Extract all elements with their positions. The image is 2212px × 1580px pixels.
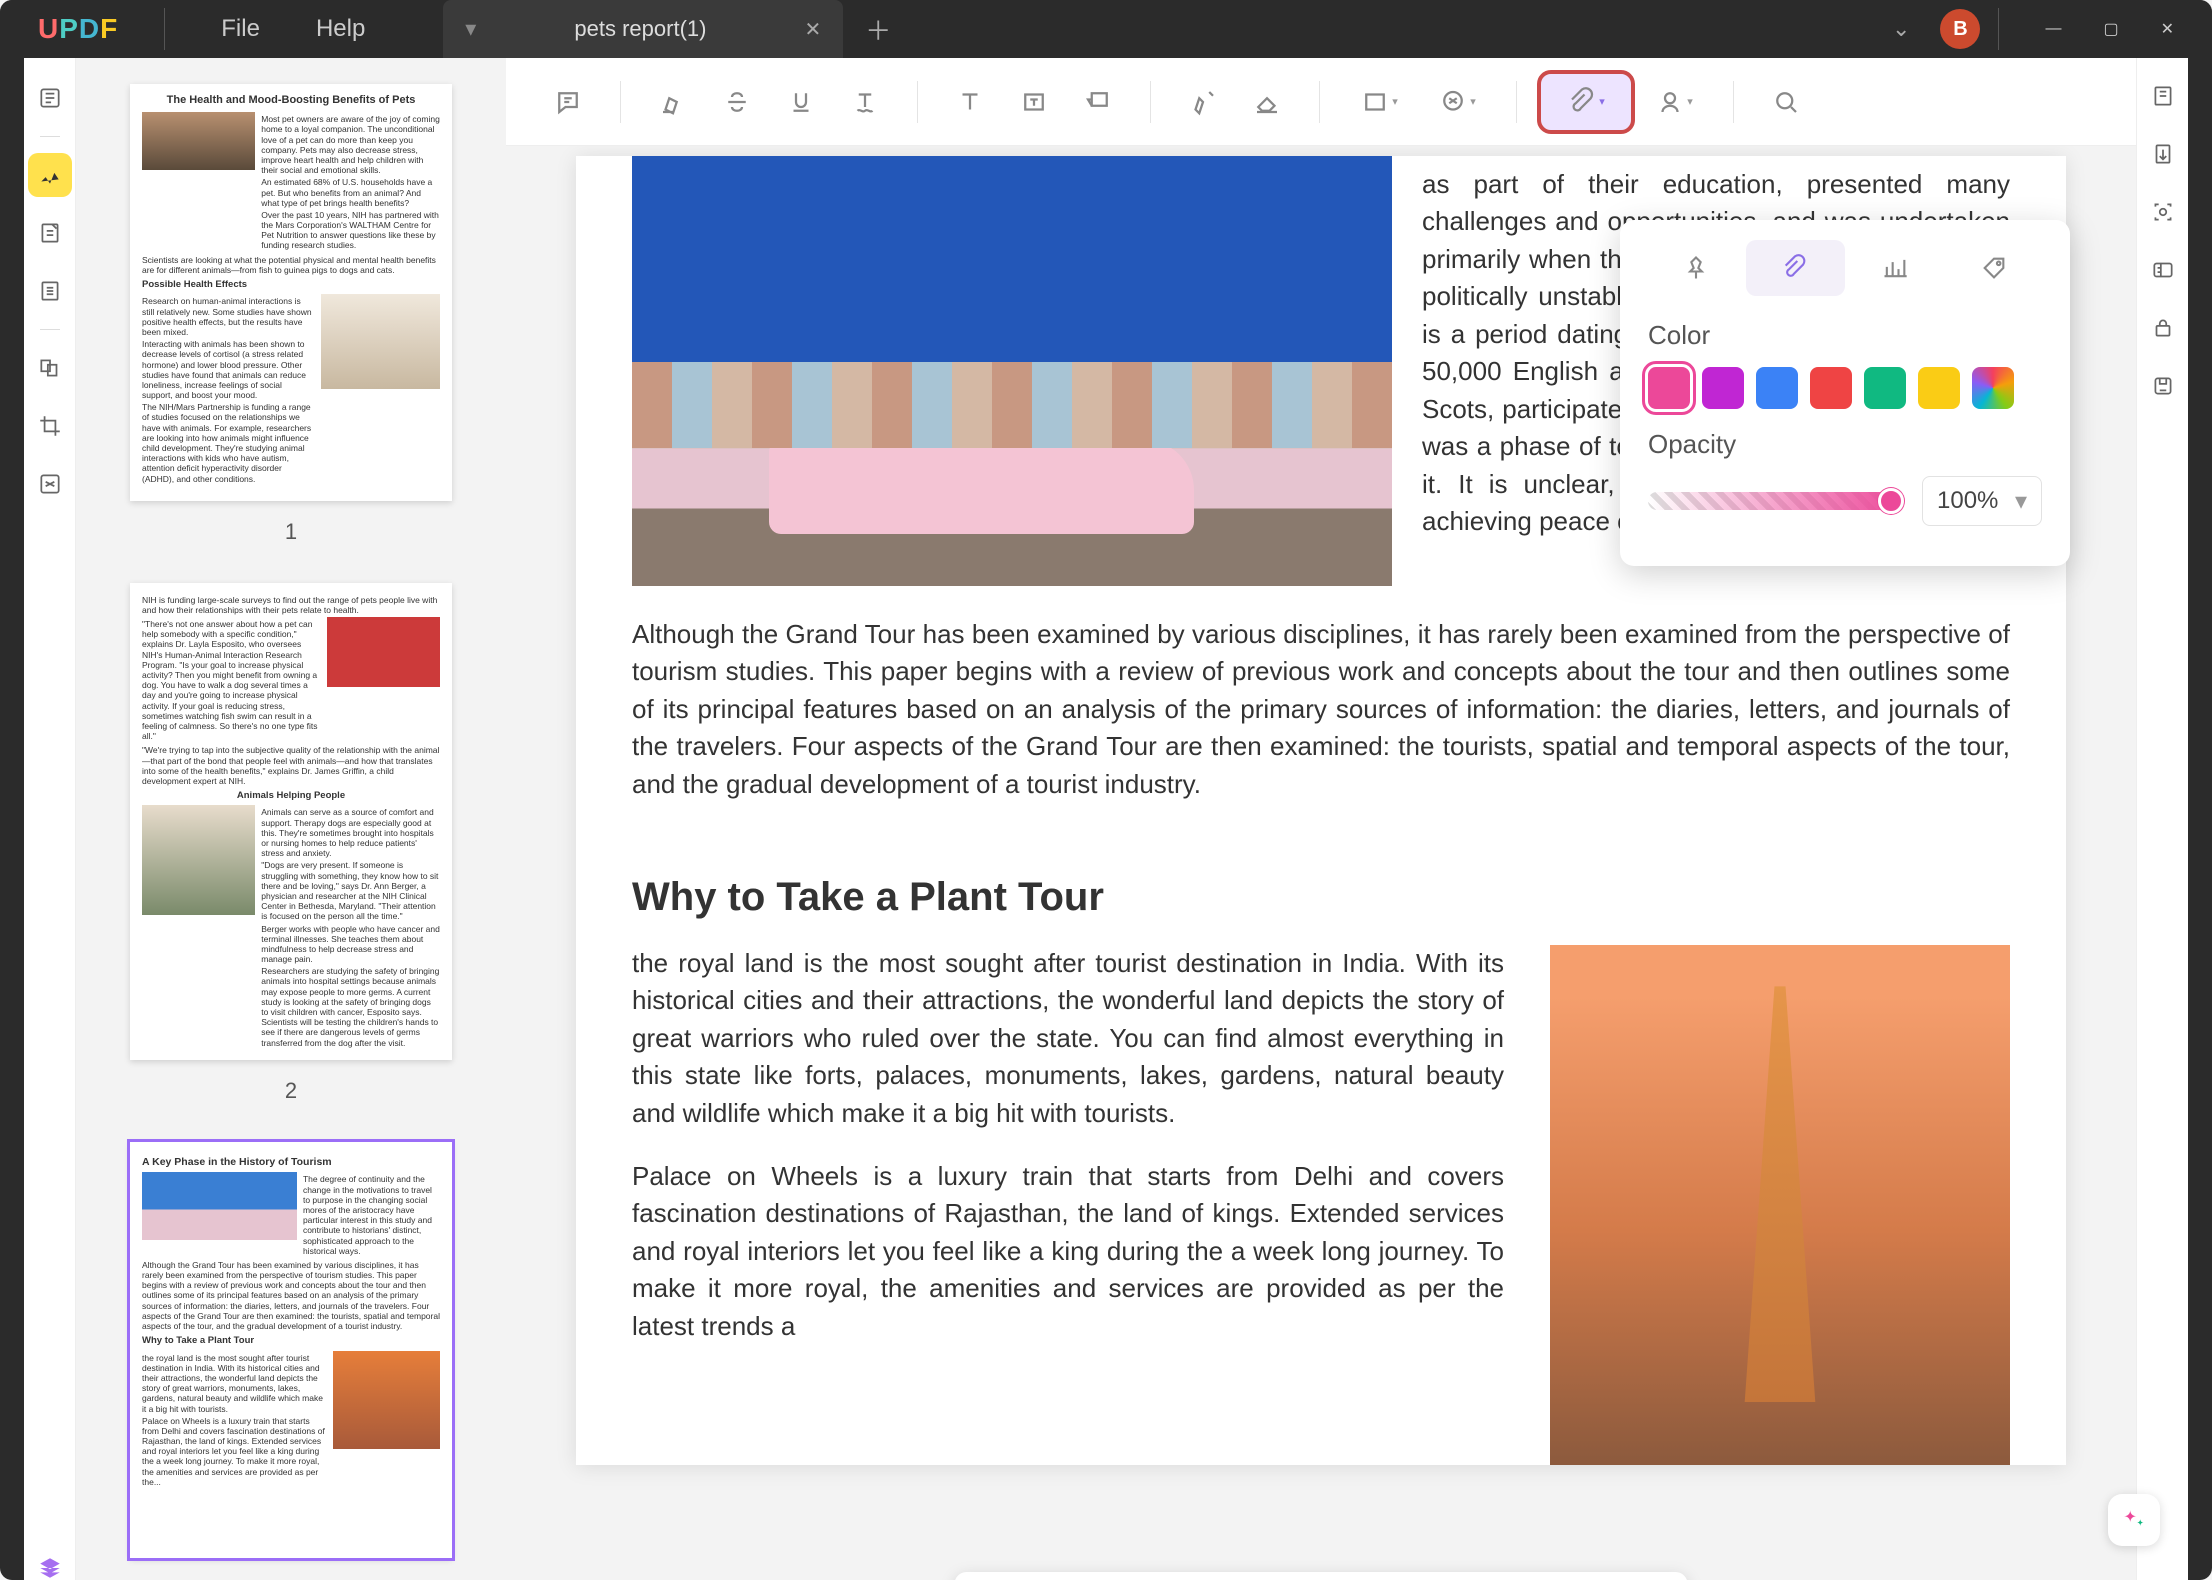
- thumb-number: 1: [130, 519, 452, 545]
- thumb-image: [327, 617, 440, 687]
- new-tab-button[interactable]: ＋: [865, 11, 891, 48]
- minimize-icon[interactable]: ―: [2045, 20, 2061, 38]
- document-tab[interactable]: ▾ pets report(1) ✕: [443, 0, 843, 58]
- squiggly-icon[interactable]: [837, 74, 893, 130]
- main-viewer: ▾ ▾ ▾ ▾ as part of their education, pres…: [506, 58, 2136, 1580]
- color-swatches: [1648, 367, 2042, 409]
- edit-mode-icon[interactable]: [28, 211, 72, 255]
- slider-thumb[interactable]: [1878, 488, 1904, 514]
- annotation-toolbar: ▾ ▾ ▾ ▾: [506, 58, 2136, 146]
- swatch-purple[interactable]: [1702, 367, 1744, 409]
- search-icon[interactable]: [1758, 74, 1814, 130]
- note-icon[interactable]: [540, 74, 596, 130]
- close-icon[interactable]: ✕: [805, 17, 822, 42]
- swatch-rainbow[interactable]: [1972, 367, 2014, 409]
- thumb-number: 3: [130, 1576, 452, 1580]
- page-navigation-bar: 100%▾ 3 / 6: [955, 1572, 1688, 1580]
- attachment-tool[interactable]: ▾: [1541, 74, 1631, 130]
- redact-icon[interactable]: [28, 462, 72, 506]
- callout-icon[interactable]: [1070, 74, 1126, 130]
- ocr-icon[interactable]: [2141, 192, 2185, 232]
- underline-icon[interactable]: [773, 74, 829, 130]
- tab-title: pets report(1): [506, 16, 774, 42]
- pencil-icon[interactable]: [1175, 74, 1231, 130]
- paperclip-tab[interactable]: [1746, 240, 1846, 296]
- thumb-image: [321, 294, 440, 389]
- thumb-image: [333, 1351, 440, 1449]
- titlebar: UPDF File Help ▾ pets report(1) ✕ ＋ ⌄ B …: [0, 0, 2212, 58]
- reader-mode-icon[interactable]: [28, 76, 72, 120]
- swatch-red[interactable]: [1810, 367, 1852, 409]
- swatch-blue[interactable]: [1756, 367, 1798, 409]
- thumb-image: [142, 112, 255, 170]
- properties-icon[interactable]: [2141, 76, 2185, 116]
- divider: [1998, 8, 1999, 50]
- menu-file[interactable]: File: [221, 15, 260, 43]
- paragraph: Palace on Wheels is a luxury train that …: [632, 1158, 1504, 1345]
- graph-tab[interactable]: [1845, 240, 1945, 296]
- signature-icon[interactable]: ▾: [1639, 74, 1709, 130]
- menubar: File Help: [183, 15, 403, 43]
- organize-icon[interactable]: [28, 346, 72, 390]
- dropdown-icon[interactable]: ⌄: [1892, 16, 1910, 42]
- color-label: Color: [1648, 320, 2042, 351]
- text-icon[interactable]: [942, 74, 998, 130]
- opacity-value-select[interactable]: 100%▾: [1922, 476, 2042, 526]
- tab-caret-icon: ▾: [465, 16, 476, 42]
- thumb-image: [142, 1172, 297, 1240]
- content-area: The Health and Mood-Boosting Benefits of…: [24, 58, 2188, 1580]
- ai-assistant-button[interactable]: [2108, 1494, 2160, 1546]
- protect-icon[interactable]: [2141, 308, 2185, 348]
- thumb-image: [142, 805, 255, 915]
- strikethrough-icon[interactable]: [709, 74, 765, 130]
- comment-mode-icon[interactable]: [28, 153, 72, 197]
- eiffel-image: [1550, 945, 2010, 1465]
- opacity-label: Opacity: [1648, 429, 2042, 460]
- chevron-down-icon: ▾: [2015, 487, 2027, 516]
- stamp-icon[interactable]: ▾: [1422, 74, 1492, 130]
- page-mode-icon[interactable]: [28, 269, 72, 313]
- paragraph: the royal land is the most sought after …: [632, 945, 1504, 1132]
- crop-icon[interactable]: [28, 404, 72, 448]
- menu-help[interactable]: Help: [316, 15, 365, 43]
- right-sidebar: [2136, 58, 2188, 1580]
- compress-icon[interactable]: [2141, 250, 2185, 290]
- close-window-icon[interactable]: ✕: [2161, 19, 2174, 39]
- attachment-properties-panel: Color Opacity 100%▾: [1620, 220, 2070, 566]
- user-avatar[interactable]: B: [1940, 9, 1980, 49]
- opacity-slider[interactable]: [1648, 492, 1904, 510]
- thumbnail-page-1[interactable]: The Health and Mood-Boosting Benefits of…: [130, 84, 452, 501]
- maximize-icon[interactable]: ▢: [2103, 19, 2118, 39]
- swatch-yellow[interactable]: [1918, 367, 1960, 409]
- pushpin-tab[interactable]: [1646, 240, 1746, 296]
- convert-icon[interactable]: [2141, 134, 2185, 174]
- tag-tab[interactable]: [1945, 240, 2045, 296]
- layers-icon[interactable]: [28, 1546, 72, 1580]
- eraser-icon[interactable]: [1239, 74, 1295, 130]
- thumb-title: The Health and Mood-Boosting Benefits of…: [142, 94, 440, 107]
- left-sidebar: [24, 58, 76, 1580]
- swatch-green[interactable]: [1864, 367, 1906, 409]
- app-logo: UPDF: [10, 13, 146, 45]
- heading: Why to Take a Plant Tour: [576, 843, 2066, 945]
- highlight-icon[interactable]: [645, 74, 701, 130]
- paragraph: Although the Grand Tour has been examine…: [576, 616, 2066, 843]
- divider: [164, 8, 165, 50]
- hero-image: [632, 156, 1392, 586]
- save-icon[interactable]: [2141, 366, 2185, 406]
- thumbnail-page-2[interactable]: NIH is funding large-scale surveys to fi…: [130, 583, 452, 1060]
- shape-rect-icon[interactable]: ▾: [1344, 74, 1414, 130]
- thumbnail-page-3[interactable]: A Key Phase in the History of Tourism Th…: [130, 1142, 452, 1559]
- thumb-number: 2: [130, 1078, 452, 1104]
- textbox-icon[interactable]: [1006, 74, 1062, 130]
- thumbnail-panel: The Health and Mood-Boosting Benefits of…: [76, 58, 506, 1580]
- swatch-pink[interactable]: [1648, 367, 1690, 409]
